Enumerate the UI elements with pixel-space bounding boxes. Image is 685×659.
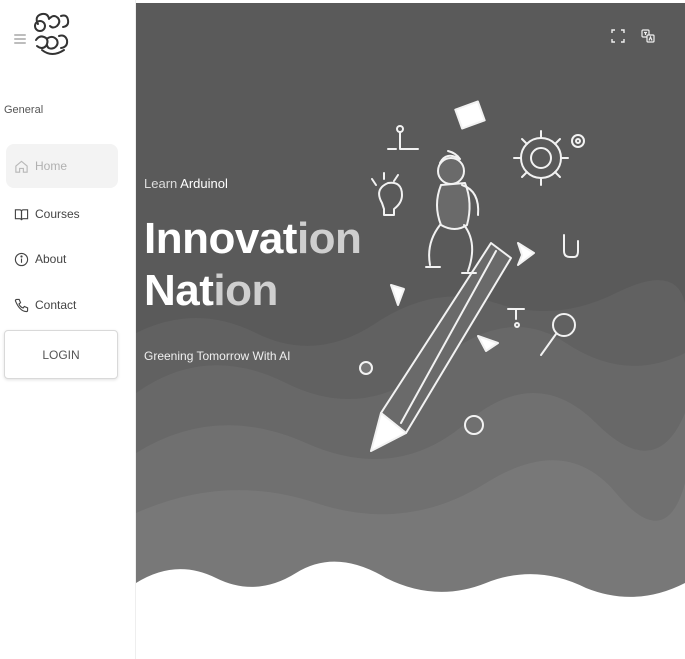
sidebar-item-label: About xyxy=(35,252,67,266)
magnifier xyxy=(552,313,576,337)
info-icon xyxy=(14,252,29,266)
sidebar-item-about[interactable]: About xyxy=(6,237,118,281)
paper-plane-2 xyxy=(390,284,405,306)
globe xyxy=(464,415,484,435)
lightbulb xyxy=(378,181,403,216)
sidebar-item-courses[interactable]: Courses xyxy=(6,192,118,236)
translate-icon[interactable] xyxy=(641,29,655,43)
hero-eyebrow: Learn Arduinol xyxy=(144,176,228,191)
pencil-body xyxy=(380,242,512,434)
home-icon xyxy=(15,160,28,173)
paper-plane-1 xyxy=(517,242,535,266)
paper-plane-3 xyxy=(477,335,499,352)
boy-body xyxy=(436,182,471,230)
gear-small xyxy=(571,134,585,148)
brand-logo[interactable] xyxy=(28,8,74,64)
hand-pointer xyxy=(563,234,579,258)
headline-line-2: Nation xyxy=(144,265,361,317)
sidebar-item-contact[interactable]: Contact xyxy=(6,283,118,327)
boy-head xyxy=(437,157,465,185)
hero-headline: Innovation Nation xyxy=(144,213,362,317)
login-button[interactable]: LOGIN xyxy=(4,330,118,379)
sidebar-item-label: Courses xyxy=(35,207,80,221)
hero-illustration xyxy=(359,100,585,452)
headline-line-1-bold: Innovat xyxy=(144,214,297,263)
hero-controls xyxy=(611,29,655,43)
sidebar-item-label: Contact xyxy=(35,298,77,312)
hero-eyebrow-prefix: Learn xyxy=(144,176,178,191)
phone-icon xyxy=(14,298,29,312)
hero-eyebrow-highlight: Arduinol xyxy=(180,176,228,191)
headline-line-2-bold: Nat xyxy=(144,266,214,315)
book-icon xyxy=(14,208,29,220)
sidebar-item-label: Home xyxy=(35,159,68,173)
section-title-general: General xyxy=(4,104,44,116)
sidebar-item-home[interactable]: Home xyxy=(6,144,118,188)
menu-toggle-icon[interactable] xyxy=(14,34,26,44)
headline-line-2-fade: ion xyxy=(213,266,278,315)
headline-line-1: Innovation xyxy=(144,213,362,265)
document xyxy=(454,100,486,130)
sidebar: General Home Courses About Contact LOGIN xyxy=(0,0,136,659)
hero-banner: Learn Arduinol Innovation Nation Greenin… xyxy=(136,3,685,659)
hero-tagline: Greening Tomorrow With AI xyxy=(144,349,291,363)
fullscreen-icon[interactable] xyxy=(611,29,625,43)
